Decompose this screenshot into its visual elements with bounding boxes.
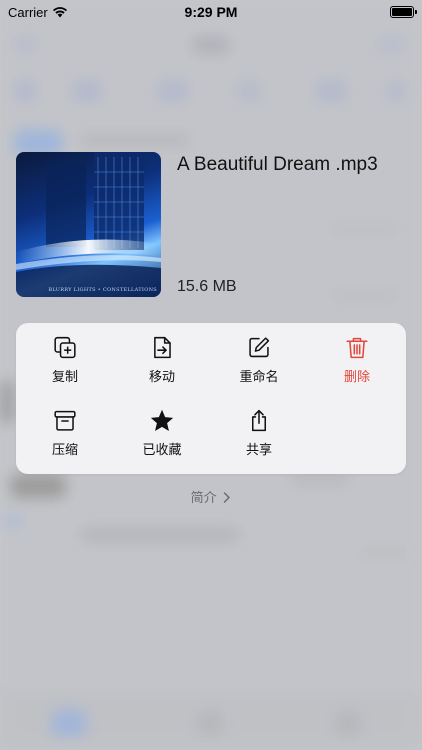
- info-link[interactable]: 简介: [0, 487, 422, 506]
- star-icon: [150, 409, 174, 432]
- rename-label: 重命名: [239, 369, 279, 384]
- copy-icon: [54, 336, 76, 359]
- favorite-label: 已收藏: [142, 442, 182, 457]
- file-preview: BLURRY LIGHTS • CONSTELLATIONS A Beautif…: [16, 152, 406, 298]
- share-label: 共享: [245, 442, 272, 457]
- delete-button[interactable]: 删除: [309, 323, 405, 385]
- album-cover: BLURRY LIGHTS • CONSTELLATIONS: [16, 152, 161, 297]
- battery-icon: [390, 6, 417, 18]
- carrier-group: Carrier: [8, 5, 68, 20]
- compress-label: 压缩: [51, 442, 78, 457]
- favorite-button[interactable]: 已收藏: [114, 396, 210, 458]
- move-label: 移动: [148, 369, 175, 384]
- album-cover-art: [16, 152, 161, 297]
- copy-label: 复制: [51, 369, 78, 384]
- rename-icon: [249, 337, 270, 358]
- file-name: A Beautiful Dream .mp3: [177, 154, 378, 175]
- status-bar: Carrier 9:29 PM: [0, 0, 422, 24]
- compress-button[interactable]: 压缩: [17, 396, 113, 458]
- album-cover-caption: BLURRY LIGHTS • CONSTELLATIONS: [48, 287, 157, 293]
- carrier-label: Carrier: [8, 4, 48, 20]
- move-icon: [154, 336, 171, 359]
- battery-level-fill: [392, 8, 412, 16]
- file-actions-menu: 复制 移动 重命名 删除 压缩 已收藏 共享: [16, 323, 406, 474]
- wifi-icon: [52, 7, 67, 18]
- move-button[interactable]: 移动: [114, 323, 210, 385]
- delete-label: 删除: [343, 369, 370, 384]
- info-label: 简介: [190, 490, 217, 505]
- share-icon: [251, 409, 267, 432]
- share-button[interactable]: 共享: [211, 396, 307, 458]
- rename-button[interactable]: 重命名: [211, 323, 307, 385]
- copy-button[interactable]: 复制: [17, 323, 113, 385]
- archive-icon: [54, 410, 76, 431]
- trash-icon: [346, 337, 368, 359]
- chevron-right-icon: [224, 492, 231, 503]
- file-size: 15.6 MB: [177, 278, 237, 295]
